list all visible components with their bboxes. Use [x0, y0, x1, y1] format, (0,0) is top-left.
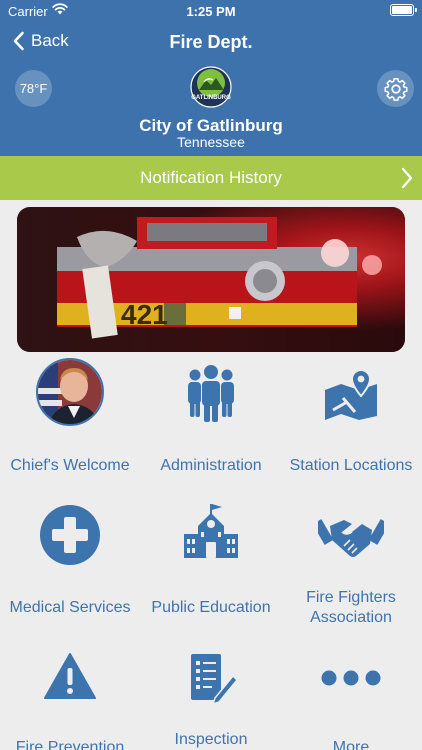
city-logo: GATLINBURG — [190, 66, 232, 108]
document-pen-icon — [191, 654, 237, 704]
school-icon — [184, 504, 238, 558]
tile-label: Chief's Welcome — [10, 457, 130, 474]
map-marker-icon — [325, 368, 377, 420]
tile-label: Administration — [160, 457, 262, 474]
inspection-tile[interactable]: Inspection — [141, 652, 281, 750]
settings-button[interactable] — [377, 70, 414, 107]
station-locations-tile[interactable]: Station Locations — [281, 358, 421, 480]
chief-photo — [36, 358, 104, 426]
people-group-icon — [188, 365, 234, 422]
handshake-icon — [318, 519, 384, 557]
weather-badge: 78°F — [15, 70, 52, 107]
tile-label: Fire Prevention — [15, 739, 125, 750]
page-title: Fire Dept. — [169, 32, 253, 52]
tile-label: Medical Services — [9, 599, 131, 616]
state-name: Tennessee — [177, 134, 245, 150]
tile-label: Fire Fighters Association — [306, 589, 396, 626]
warning-icon — [44, 653, 96, 699]
gear-icon — [384, 77, 407, 101]
medical-cross-icon — [40, 505, 100, 565]
temperature: 78°F — [19, 81, 48, 96]
administration-tile[interactable]: Administration — [141, 358, 281, 480]
status-time: 1:25 PM — [186, 4, 236, 19]
public-education-tile[interactable]: Public Education — [141, 500, 281, 630]
battery-icon — [390, 4, 417, 16]
chiefs-welcome-tile[interactable]: Chief's Welcome — [0, 358, 140, 480]
more-tile[interactable]: More — [281, 652, 421, 750]
more-dots-icon — [321, 670, 381, 686]
medical-services-tile[interactable]: Medical Services — [0, 500, 140, 630]
tile-label: Inspection — [174, 731, 248, 748]
chevron-right-icon — [401, 167, 413, 189]
notification-history-button[interactable]: Notification History — [0, 156, 422, 200]
fire-fighters-association-tile[interactable]: Fire Fighters Association — [281, 500, 421, 630]
status-bar: Carrier 1:25 PM — [0, 0, 422, 22]
tile-label: Public Education — [151, 599, 271, 616]
logo-text: GATLINBURG — [191, 95, 231, 101]
header: Carrier 1:25 PM Back Fire Dept. 78°F GAT… — [0, 0, 422, 156]
tile-label: More — [332, 739, 370, 750]
city-name: City of Gatlinburg — [139, 116, 283, 135]
fire-prevention-tile[interactable]: Fire Prevention — [0, 652, 140, 750]
hero-image: 421 — [17, 207, 405, 352]
notification-history-label: Notification History — [140, 168, 282, 187]
tile-label: Station Locations — [289, 457, 413, 474]
truck-number: 421 — [121, 299, 168, 330]
